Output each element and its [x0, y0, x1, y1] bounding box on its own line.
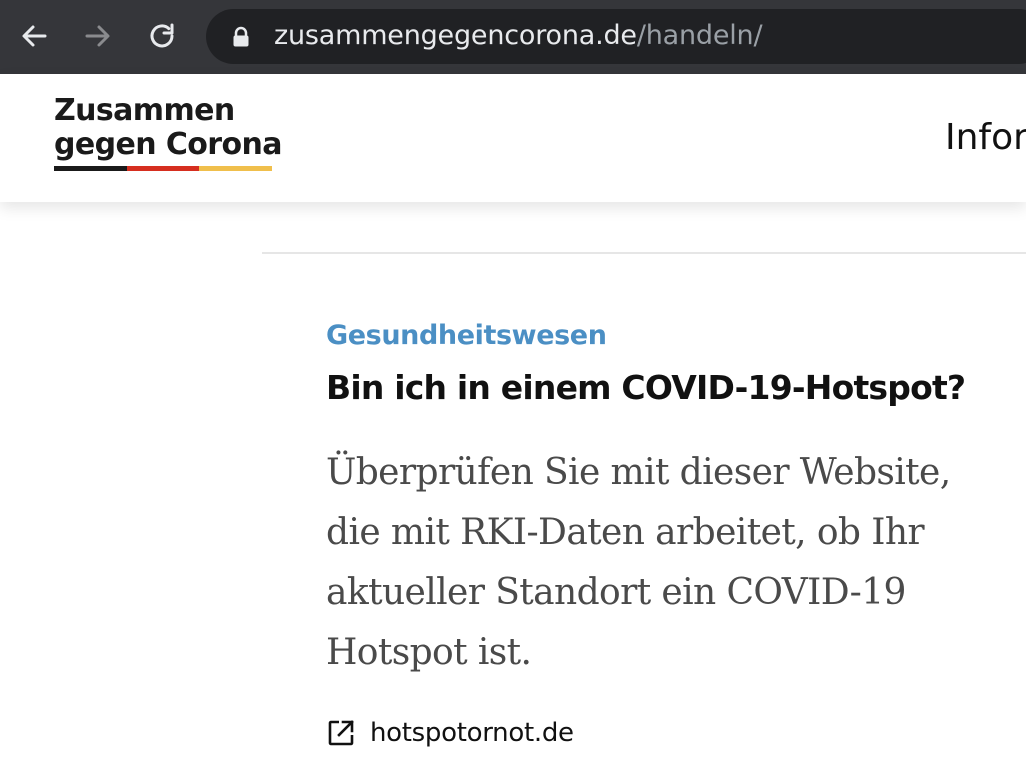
lock-icon [233, 26, 249, 47]
external-link-label: hotspotornot.de [370, 718, 574, 748]
card-title: Bin ich in einem COVID-19-Hotspot? [326, 368, 966, 407]
category-label: Gesundheitswesen [326, 320, 607, 351]
url-path: /handeln/ [636, 20, 763, 51]
card-description: Überprüfen Sie mit dieser Website, die m… [326, 452, 951, 673]
arrow-left-icon [22, 25, 47, 47]
site-header: Zusammen gegen Corona Infor [0, 74, 1026, 202]
reload-icon [150, 23, 174, 48]
address-bar[interactable]: zusammengegencorona.de/handeln/ [206, 9, 1026, 64]
logo-line-1: Zusammen [54, 93, 235, 128]
url-text[interactable]: zusammengegencorona.de/handeln/ [274, 20, 763, 51]
url-host: zusammengegencorona.de [274, 20, 637, 51]
external-link[interactable]: hotspotornot.de [326, 713, 574, 753]
reload-button[interactable] [140, 14, 184, 58]
flag-stripe-gold [199, 166, 273, 171]
section-divider [262, 252, 1026, 254]
site-logo[interactable]: Zusammen gegen Corona [54, 93, 282, 171]
flag-stripe [54, 166, 273, 171]
arrow-right-icon [85, 25, 110, 47]
flag-stripe-black [54, 166, 127, 171]
nav-item-informationen[interactable]: Infor [945, 118, 1026, 158]
external-link-icon [328, 720, 354, 746]
logo-line-2: gegen Corona [54, 127, 282, 162]
forward-button[interactable] [76, 14, 120, 58]
flag-stripe-red [126, 166, 200, 171]
browser-toolbar: zusammengegencorona.de/handeln/ [0, 0, 1026, 74]
back-button[interactable] [12, 14, 56, 58]
